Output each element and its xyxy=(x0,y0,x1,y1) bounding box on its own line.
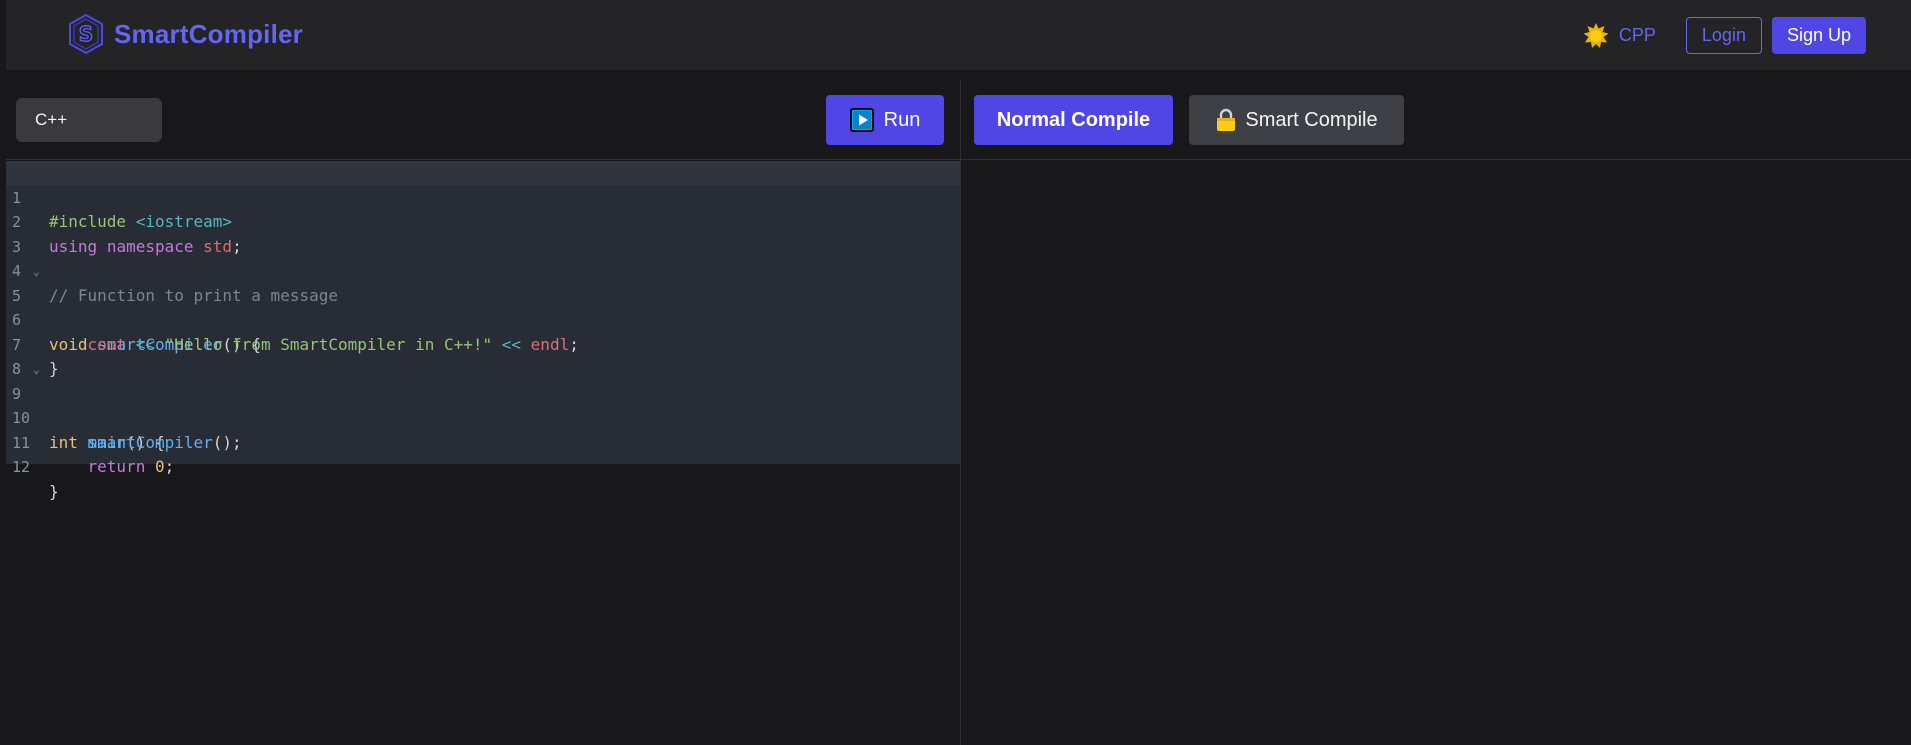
code-line: 2 using namespace std; xyxy=(6,186,960,256)
code-line: 8 xyxy=(6,333,960,378)
brand[interactable]: S SmartCompiler xyxy=(68,14,303,54)
normal-compile-button[interactable]: Normal Compile xyxy=(974,95,1173,145)
line-number: 12 xyxy=(12,458,31,476)
code-line: 1 #include <iostream> xyxy=(6,161,960,231)
login-button[interactable]: Login xyxy=(1685,17,1762,54)
smart-compile-label: Smart Compile xyxy=(1245,108,1378,131)
sun-icon[interactable] xyxy=(1583,22,1609,49)
logo-icon: S xyxy=(69,14,103,54)
language-link[interactable]: CPP xyxy=(1619,25,1656,46)
fold-chevron-icon[interactable]: ⌄ xyxy=(33,260,40,285)
code-editor[interactable]: 1 #include <iostream> 2 using namespace … xyxy=(6,161,960,501)
top-navbar: S SmartCompiler CPP Login Sign Up xyxy=(6,0,1911,70)
editor-toolbar: C++ Run xyxy=(6,80,960,160)
header-actions: CPP Login Sign Up xyxy=(1583,17,1866,54)
code-line: 3 xyxy=(6,210,960,256)
app-root: S SmartCompiler CPP Login Sign Up C++ Ru… xyxy=(6,0,1911,745)
code-line: 4 // Function to print a message xyxy=(6,235,960,305)
fold-chevron-icon[interactable]: ⌄ xyxy=(33,358,40,383)
svg-text:S: S xyxy=(79,22,93,46)
lock-icon xyxy=(1217,108,1236,131)
code-line: 5 ⌄ void smartCompiler() { xyxy=(6,259,960,354)
signup-button[interactable]: Sign Up xyxy=(1771,17,1866,54)
code-line: 12 } xyxy=(6,431,960,501)
smart-compile-button[interactable]: Smart Compile xyxy=(1189,95,1404,145)
code-line: 7 } xyxy=(6,308,960,379)
output-console xyxy=(961,161,1911,745)
code-line: 10 smartCompiler(); xyxy=(6,382,960,452)
code-text: } xyxy=(49,481,59,501)
play-icon xyxy=(849,108,874,132)
code-line: 9 ⌄ int main() { xyxy=(6,357,960,452)
editor-pane: C++ Run 1 #include <iostream> 2 using na… xyxy=(6,80,960,745)
output-pane: Normal Compile Smart Compile xyxy=(961,80,1911,745)
code-line: 11 return 0; xyxy=(6,406,960,477)
run-label: Run xyxy=(883,108,921,131)
code-line: 6 cout << "Hello from SmartCompiler in C… xyxy=(6,284,960,354)
run-button[interactable]: Run xyxy=(826,95,944,145)
brand-name: SmartCompiler xyxy=(114,18,303,49)
language-select[interactable]: C++ xyxy=(16,98,162,142)
output-toolbar: Normal Compile Smart Compile xyxy=(961,80,1911,160)
